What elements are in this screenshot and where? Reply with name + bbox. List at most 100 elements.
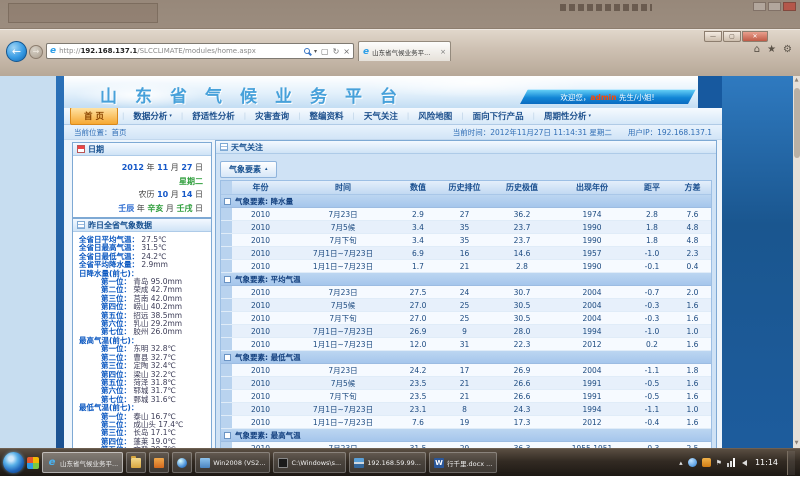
table-row[interactable]: 20107月23日2.92736.219742.87.6 [221, 208, 711, 221]
cell-time: 7月23日 [289, 365, 397, 376]
cell-anomaly: 2.8 [630, 210, 674, 219]
tab-close-icon[interactable]: × [440, 48, 446, 56]
taskbar-task-folder[interactable] [126, 452, 146, 473]
taskbar-task-ie[interactable]: e山东省气候业务平... [42, 452, 123, 473]
cell-extreme-year: 1991 [554, 392, 630, 401]
table-row[interactable]: 20107月1日~7月23日23.1824.31994-1.11.0 [221, 403, 711, 416]
table-row[interactable]: 20107月5候3.43523.719901.84.8 [221, 221, 711, 234]
nav-item-disaster-query[interactable]: 灾害查询 [246, 110, 298, 122]
cell-hist-rank: 21 [439, 262, 490, 271]
scrollbar-thumb[interactable] [794, 88, 800, 158]
element-filter-button[interactable]: 气象要素 ▴ [220, 161, 277, 178]
taskbar-task-window[interactable]: Win2008 (VS2... [195, 452, 270, 473]
taskbar-clock[interactable]: 11:14 [755, 458, 778, 467]
cell-extreme-year: 1994 [554, 405, 630, 414]
volume-icon[interactable] [742, 460, 747, 466]
taskbar-task-cmd[interactable]: C:\Windows\s... [273, 452, 346, 473]
nav-item-label: 面向下行产品 [473, 110, 524, 122]
show-desktop-button[interactable] [787, 451, 795, 475]
table-row[interactable]: 20107月1日~7月23日6.91614.61957-1.02.3 [221, 247, 711, 260]
task-label: 行千里.docx ... [447, 458, 492, 468]
cell-value: 6.9 [397, 249, 439, 258]
url-text[interactable]: http://192.168.137.1/SLCCLIMATE/modules/… [59, 47, 301, 55]
element-group-row[interactable]: 气象要素: 最高气温 [221, 429, 711, 442]
cell-variance: 1.0 [674, 405, 711, 414]
element-group-row[interactable]: 气象要素: 降水量 [221, 195, 711, 208]
table-row[interactable]: 20107月5候23.52126.61991-0.51.6 [221, 377, 711, 390]
calendar-segment: 辛亥 [147, 204, 163, 213]
cell-variance: 0.4 [674, 262, 711, 271]
messenger-icon[interactable] [688, 458, 697, 467]
scroll-up-icon[interactable]: ▲ [793, 76, 800, 85]
address-dropdown-icon[interactable]: ▾ [314, 48, 317, 55]
browser-tab[interactable]: e 山东省气候业务平... × [358, 41, 451, 61]
taskbar-task-media[interactable] [172, 452, 192, 473]
start-button[interactable] [3, 452, 24, 473]
nav-item-downstream-products[interactable]: 面向下行产品 [464, 110, 533, 122]
cell-extreme-year: 2004 [554, 301, 630, 310]
tools-gear-icon[interactable]: ⚙ [783, 44, 792, 55]
table-row[interactable]: 20101月1日~7月23日12.03122.320120.21.6 [221, 338, 711, 351]
taskbar-task-word[interactable]: W行千里.docx ... [429, 452, 497, 473]
nav-item-data-analysis[interactable]: 数据分析▾ [124, 110, 181, 122]
cell-time: 1月1日~7月23日 [289, 339, 397, 350]
expand-checkbox[interactable] [224, 276, 231, 283]
nav-item-risk-map[interactable]: 风险地图 [409, 110, 461, 122]
favorites-star-icon[interactable]: ★ [767, 44, 776, 55]
address-bar[interactable]: e http://192.168.137.1/SLCCLIMATE/module… [46, 43, 354, 59]
expand-checkbox[interactable] [224, 198, 231, 205]
element-group-row[interactable]: 气象要素: 最低气温 [221, 351, 711, 364]
cell-hist-rank: 24 [439, 288, 490, 297]
nav-item-home[interactable]: 首 页 [70, 107, 118, 125]
scroll-down-icon[interactable]: ▼ [793, 439, 800, 448]
action-center-flag-icon[interactable]: ⚑ [716, 458, 722, 468]
table-row[interactable]: 20107月23日24.21726.92004-1.11.8 [221, 364, 711, 377]
element-group-label: 气象要素: 最高气温 [235, 430, 301, 441]
table-row[interactable]: 20107月1日~7月23日26.9928.01994-1.01.0 [221, 325, 711, 338]
element-group-row[interactable]: 气象要素: 平均气温 [221, 273, 711, 286]
browser-back-button[interactable]: ← [6, 41, 27, 62]
calendar-panel: 日期 2012 年 11 月 27 日星期二农历 10 月 14 日壬辰 年 辛… [72, 142, 212, 218]
cell-anomaly: -0.7 [630, 288, 674, 297]
nav-item-compiled-data[interactable]: 整编资料 [300, 110, 352, 122]
table-row[interactable]: 20107月下旬27.02530.52004-0.31.6 [221, 312, 711, 325]
stop-icon[interactable]: × [343, 47, 350, 56]
pinned-app-icon[interactable] [27, 457, 39, 469]
table-row[interactable]: 20107月下旬23.52126.61991-0.51.6 [221, 390, 711, 403]
cell-year: 2010 [232, 418, 289, 427]
network-icon[interactable] [727, 458, 737, 467]
user-ip-label: 用户IP：192.168.137.1 [628, 127, 712, 138]
nav-item-periodic-analysis[interactable]: 周期性分析▾ [535, 110, 600, 122]
compatibility-view-icon[interactable]: ▢ [321, 47, 329, 56]
cell-value: 2.9 [397, 210, 439, 219]
task-label: Win2008 (VS2... [213, 459, 265, 467]
expand-checkbox[interactable] [224, 432, 231, 439]
home-icon[interactable]: ⌂ [754, 44, 760, 55]
refresh-icon[interactable]: ↻ [333, 47, 340, 56]
taskbar-task-rdp[interactable]: 192.168.59.99... [349, 452, 426, 473]
search-icon[interactable] [304, 48, 310, 54]
table-row[interactable]: 20107月5候27.02530.52004-0.31.6 [221, 299, 711, 312]
security-icon[interactable] [702, 458, 711, 467]
cell-variance: 1.8 [674, 366, 711, 375]
expand-checkbox[interactable] [224, 354, 231, 361]
cell-hist-rank: 35 [439, 236, 490, 245]
browser-forward-button[interactable]: → [29, 45, 43, 59]
nav-item-label: 首 页 [84, 110, 104, 122]
cell-variance: 2.3 [674, 249, 711, 258]
browser-scrollbar[interactable]: ▲ ▼ [793, 76, 800, 448]
table-row[interactable]: 20107月23日27.52430.72004-0.72.0 [221, 286, 711, 299]
nav-item-comfort-analysis[interactable]: 舒适性分析 [183, 110, 244, 122]
hidden-icons-arrow-icon[interactable]: ▴ [679, 458, 683, 468]
nav-item-weather-focus[interactable]: 天气关注 [355, 110, 407, 122]
ie-icon: e [47, 458, 57, 468]
current-time-label: 当前时间：2012年11月27日 11:14:31 星期二 [453, 127, 612, 138]
cell-extreme-year: 1994 [554, 327, 630, 336]
row-gutter-cell [221, 390, 232, 402]
table-row[interactable]: 20107月下旬3.43523.719901.84.8 [221, 234, 711, 247]
table-row[interactable]: 20101月1日~7月23日7.61917.32012-0.41.6 [221, 416, 711, 429]
table-row[interactable]: 20101月1日~7月23日1.7212.81990-0.10.4 [221, 260, 711, 273]
calendar-segment: 日 [192, 190, 203, 199]
taskbar-task-orange-app[interactable] [149, 452, 169, 473]
nav-item-label: 风险地图 [418, 110, 452, 122]
